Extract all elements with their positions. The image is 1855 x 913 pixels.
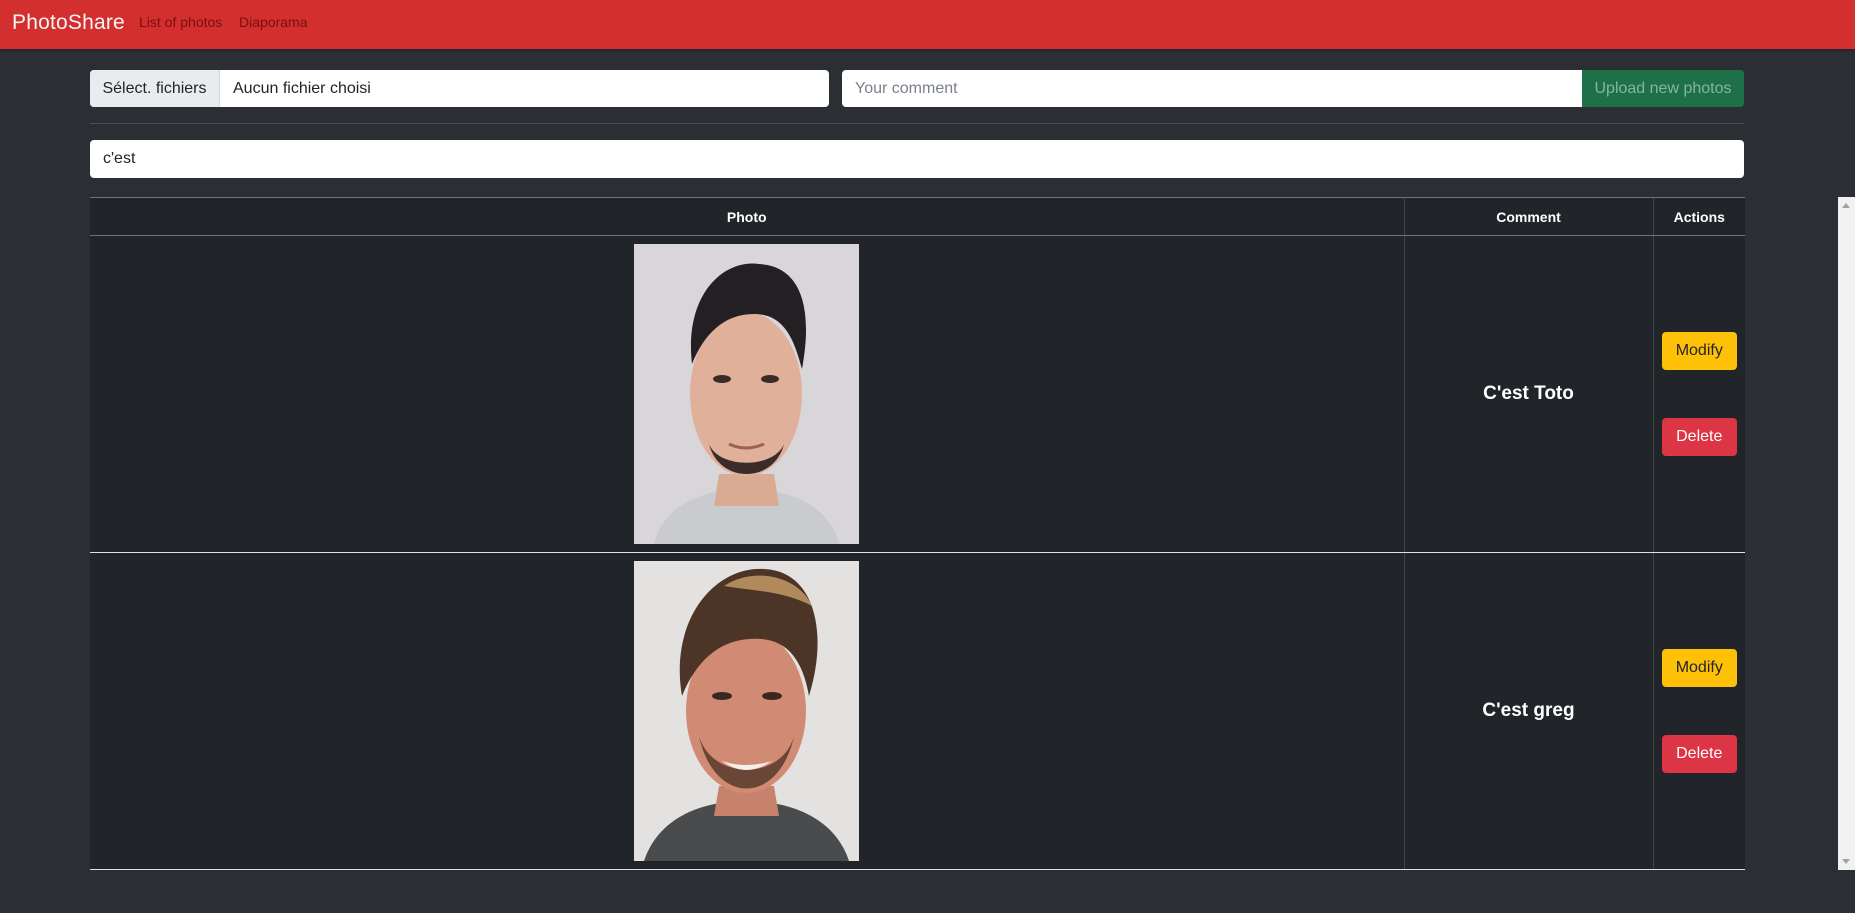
scroll-down-arrow-icon[interactable]	[1842, 859, 1850, 864]
header-photo: Photo	[90, 197, 1404, 236]
photos-table-container: Photo Comment Actions C'est Toto Modify …	[90, 197, 1745, 870]
portrait-photo	[634, 244, 860, 544]
vertical-scrollbar[interactable]	[1838, 197, 1855, 870]
brand-logo[interactable]: PhotoShare	[12, 11, 125, 35]
file-input-group[interactable]: Sélect. fichiers Aucun fichier choisi	[90, 70, 829, 107]
select-files-button[interactable]: Sélect. fichiers	[90, 70, 220, 107]
photo-comment: C'est Toto	[1483, 383, 1574, 404]
file-status-text: Aucun fichier choisi	[233, 79, 371, 97]
delete-button[interactable]: Delete	[1661, 735, 1737, 773]
actions-cell: Modify Delete	[1652, 552, 1745, 870]
scroll-up-arrow-icon[interactable]	[1842, 203, 1850, 208]
form-divider	[90, 123, 1744, 124]
comment-cell: C'est greg	[1403, 552, 1653, 870]
comment-cell: C'est Toto	[1403, 235, 1653, 553]
comment-input[interactable]	[842, 70, 1582, 107]
photo-cell	[90, 235, 1404, 553]
portrait-photo	[634, 561, 860, 861]
modify-button[interactable]: Modify	[1661, 649, 1737, 687]
actions-cell: Modify Delete	[1652, 235, 1745, 553]
nav-link-diaporama[interactable]: Diaporama	[239, 14, 307, 30]
modify-button[interactable]: Modify	[1661, 332, 1737, 370]
table-row: C'est Toto Modify Delete	[90, 235, 1745, 553]
photo-comment: C'est greg	[1482, 700, 1575, 721]
header-comment: Comment	[1403, 197, 1653, 236]
delete-button[interactable]: Delete	[1661, 418, 1737, 456]
table-header-row: Photo Comment Actions	[90, 197, 1745, 236]
photos-table: Photo Comment Actions C'est Toto Modify …	[90, 197, 1745, 870]
nav-link-list-of-photos[interactable]: List of photos	[139, 14, 222, 30]
search-input[interactable]	[90, 140, 1744, 178]
upload-button[interactable]: Upload new photos	[1582, 70, 1744, 107]
top-navbar: PhotoShare List of photos Diaporama	[0, 0, 1855, 49]
header-actions: Actions	[1652, 197, 1745, 236]
photo-cell	[90, 552, 1404, 870]
table-row: C'est greg Modify Delete	[90, 552, 1745, 870]
